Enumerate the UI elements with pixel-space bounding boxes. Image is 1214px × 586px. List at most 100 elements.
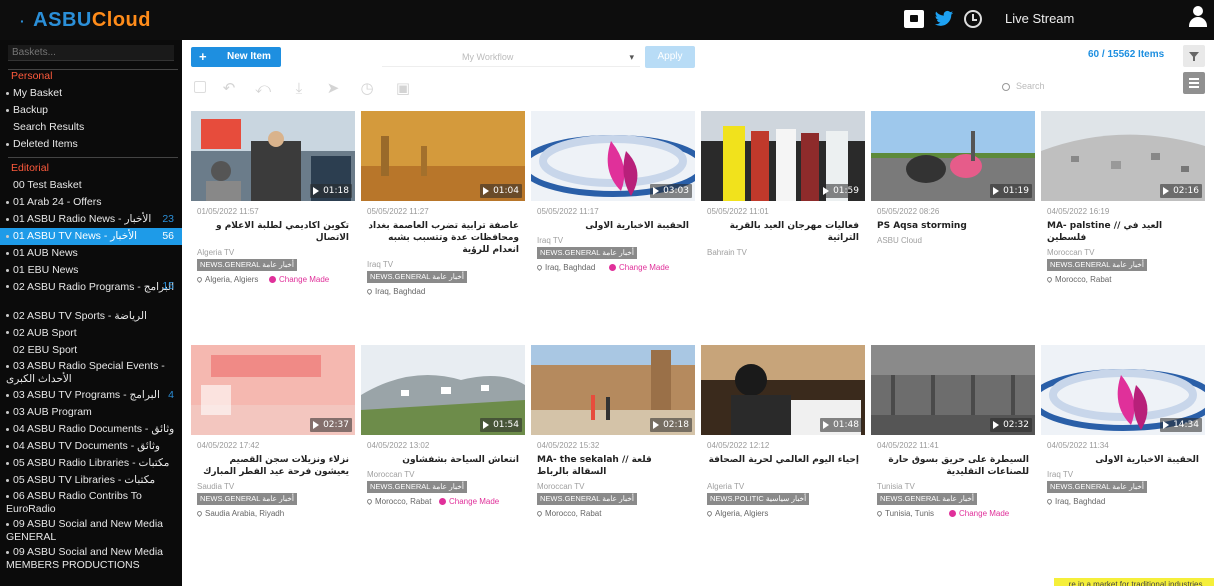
media-card[interactable]: 01:59 05/05/2022 11:01 فعاليات مهرجان العي…	[701, 111, 865, 341]
sidebar-item[interactable]: 03 ASBU Radio Special Events - الأحداث ا…	[0, 359, 182, 387]
send-icon[interactable]: ➤	[324, 79, 342, 97]
search-input[interactable]: Search	[1002, 76, 1172, 96]
card-title[interactable]: تكوين اكاديمي لطلبة الاعلام و الاتصال	[197, 220, 349, 244]
sidebar-item[interactable]: Backup	[0, 102, 182, 119]
card-tag[interactable]: NEWS.GENERAL أخبار عامة	[877, 493, 978, 505]
sidebar-item-label: 03 AUB Program	[13, 405, 92, 418]
video-thumbnail[interactable]: 01:04	[361, 111, 525, 201]
video-thumbnail[interactable]: 01:54	[361, 345, 525, 435]
video-thumbnail[interactable]: 02:37	[191, 345, 355, 435]
logo[interactable]: · ASBUCloud	[20, 9, 151, 32]
sidebar-item[interactable]: 05 ASBU Radio Libraries - مكتبات	[0, 455, 182, 472]
sidebar-item[interactable]: 01 ASBU TV News - الأخبار 56	[0, 228, 182, 246]
filter-button[interactable]	[1183, 45, 1205, 67]
media-card[interactable]: 02:18 04/05/2022 15:32 MA- the sekalah // …	[531, 345, 695, 575]
card-title[interactable]: فعاليات مهرجان العيد بالقرية التراثية	[707, 220, 859, 244]
video-thumbnail[interactable]: 01:59	[701, 111, 865, 201]
card-tag[interactable]: NEWS.GENERAL أخبار عامة	[197, 259, 298, 271]
sidebar-item[interactable]: 09 ASBU Social and New Media MEMBERS PRO…	[0, 545, 182, 573]
media-card[interactable]: 03:03 05/05/2022 11:17 الحقيبة الاخبارية ا…	[531, 111, 695, 341]
live-stream-link[interactable]: Live Stream	[1005, 11, 1074, 26]
video-thumbnail[interactable]: 03:03	[531, 111, 695, 201]
card-title[interactable]: إحياء اليوم العالمي لحرية الصحافة	[707, 454, 859, 466]
card-tag[interactable]: NEWS.GENERAL أخبار عامة	[537, 247, 638, 259]
undo-all-icon[interactable]: ⤺	[254, 79, 272, 97]
media-card[interactable]: 01:48 04/05/2022 12:12 إحياء اليوم العالمي…	[701, 345, 865, 575]
sidebar-item[interactable]: 01 ASBU Radio News - الأخبار 23	[0, 211, 182, 228]
sidebar-item-label: 01 Arab 24 - Offers	[13, 196, 102, 209]
sidebar-item[interactable]: 03 AUB Program	[0, 404, 182, 421]
card-tag[interactable]: NEWS.POLITIC أخبار سياسية	[707, 493, 810, 505]
select-all-checkbox[interactable]	[194, 81, 206, 93]
sidebar-item[interactable]: 03 ASBU TV Programs - البرامج 4	[0, 387, 182, 404]
media-card[interactable]: 01:54 04/05/2022 13:02 انتعاش السياحة بشفش…	[361, 345, 525, 575]
location-pin-icon	[1045, 275, 1054, 284]
video-thumbnail[interactable]: 02:32	[871, 345, 1035, 435]
baskets-search-input[interactable]	[8, 45, 174, 61]
sidebar-item[interactable]: My Basket	[0, 85, 182, 102]
sidebar-item[interactable]: Deleted Items	[0, 136, 182, 153]
download-icon[interactable]: ⤓	[290, 79, 308, 97]
workflow-select[interactable]: My Workflow ▾	[382, 47, 640, 67]
sidebar-item[interactable]: 02 EBU Sport	[0, 342, 182, 359]
card-location: Morocco, Rabat	[535, 509, 601, 518]
card-tag[interactable]: NEWS.GENERAL أخبار عامة	[1047, 481, 1148, 493]
bullet-icon	[6, 91, 9, 95]
video-thumbnail[interactable]: 02:18	[531, 345, 695, 435]
duration-badge: 01:59	[820, 184, 862, 198]
card-title[interactable]: MA- the sekalah // قلعة السقالة بالرباط	[537, 454, 689, 478]
sidebar-item[interactable]: 04 ASBU TV Documents - وثائق	[0, 438, 182, 455]
trash-icon[interactable]: ▣	[394, 79, 412, 97]
chat-icon[interactable]	[904, 10, 924, 28]
video-thumbnail[interactable]: 01:18	[191, 111, 355, 201]
video-thumbnail[interactable]: 02:16	[1041, 111, 1205, 201]
video-thumbnail[interactable]: 01:19	[871, 111, 1035, 201]
card-tag[interactable]: NEWS.GENERAL أخبار عامة	[537, 493, 638, 505]
card-title[interactable]: MA- palstine // العيد في فلسطين	[1047, 220, 1199, 244]
video-thumbnail[interactable]: 14:34	[1041, 345, 1205, 435]
sidebar-item[interactable]: 01 EBU News	[0, 262, 182, 279]
card-title[interactable]: الحقيبة الاخبارية الاولى	[537, 220, 689, 232]
card-title[interactable]: الحقيبة الاخبارية الاولى	[1047, 454, 1199, 466]
sidebar-item[interactable]: 09 ASBU Social and New Media GENERAL	[0, 517, 182, 545]
sidebar-item[interactable]: Search Results	[0, 119, 182, 136]
sidebar-item[interactable]: 05 ASBU TV Libraries - مكتبات	[0, 472, 182, 489]
card-title[interactable]: انتعاش السياحة بشفشاون	[367, 454, 519, 466]
card-tag[interactable]: NEWS.GENERAL أخبار عامة	[197, 493, 298, 505]
video-thumbnail[interactable]: 01:48	[701, 345, 865, 435]
media-card[interactable]: 01:18 01/05/2022 11:57 تكوين اكاديمي لطلبة…	[191, 111, 355, 341]
sidebar-item[interactable]: 02 AUB Sport	[0, 325, 182, 342]
history-icon[interactable]: ◷	[358, 79, 376, 97]
undo-icon[interactable]: ↶	[220, 79, 238, 97]
sidebar-item[interactable]: 00 Test Basket	[0, 177, 182, 194]
card-tag[interactable]: NEWS.GENERAL أخبار عامة	[1047, 259, 1148, 271]
sidebar-item[interactable]: 04 ASBU Radio Documents - وثائق	[0, 421, 182, 438]
sidebar-item[interactable]: 02 ASBU TV Sports - الرياضة	[0, 308, 182, 325]
media-card[interactable]: 02:32 04/05/2022 11:41 السيطرة على حريق بس…	[871, 345, 1035, 575]
media-card[interactable]: 02:37 04/05/2022 17:42 نزلاء ونزيلات سجن ا…	[191, 345, 355, 575]
twitter-icon[interactable]	[934, 10, 954, 28]
new-item-button[interactable]: + New Item	[191, 47, 281, 67]
clock-icon[interactable]	[964, 10, 982, 28]
card-tag[interactable]: NEWS.GENERAL أخبار عامة	[367, 271, 468, 283]
sidebar-item[interactable]: 01 Arab 24 - Offers	[0, 194, 182, 211]
sidebar-item[interactable]: 06 ASBU Radio Contribs To EuroRadio	[0, 489, 182, 517]
media-card[interactable]: 01:19 05/05/2022 08:26 PS Aqsa storming ASB…	[871, 111, 1035, 341]
sidebar-item[interactable]: 01 AUB News	[0, 245, 182, 262]
media-card[interactable]: 14:34 04/05/2022 11:34 الحقيبة الاخبارية ا…	[1041, 345, 1205, 575]
media-card[interactable]: 01:04 05/05/2022 11:27 عاصفة ترابية تضرب ا…	[361, 111, 525, 341]
card-tag[interactable]: NEWS.GENERAL أخبار عامة	[367, 481, 468, 493]
apply-button[interactable]: Apply	[645, 46, 695, 68]
location-pin-icon	[535, 263, 544, 272]
media-card[interactable]: 02:16 04/05/2022 16:19 MA- palstine // الع…	[1041, 111, 1205, 341]
user-icon[interactable]	[1188, 6, 1208, 32]
menu-button[interactable]	[1183, 72, 1205, 94]
sidebar-item[interactable]: 02 ASBU Radio Programs - البرامج 15	[0, 280, 182, 308]
card-title[interactable]: PS Aqsa storming	[877, 220, 1029, 232]
search-icon	[1002, 82, 1010, 91]
card-title[interactable]: عاصفة ترابية تضرب العاصمة بغداد ومحافظات…	[367, 220, 519, 256]
duration-badge: 01:19	[990, 184, 1032, 198]
card-title[interactable]: السيطرة على حريق بسوق حارة للصناعات التق…	[877, 454, 1029, 478]
bullet-icon	[6, 108, 9, 112]
card-title[interactable]: نزلاء ونزيلات سجن القصيم يعيشون فرحة عيد…	[197, 454, 349, 478]
